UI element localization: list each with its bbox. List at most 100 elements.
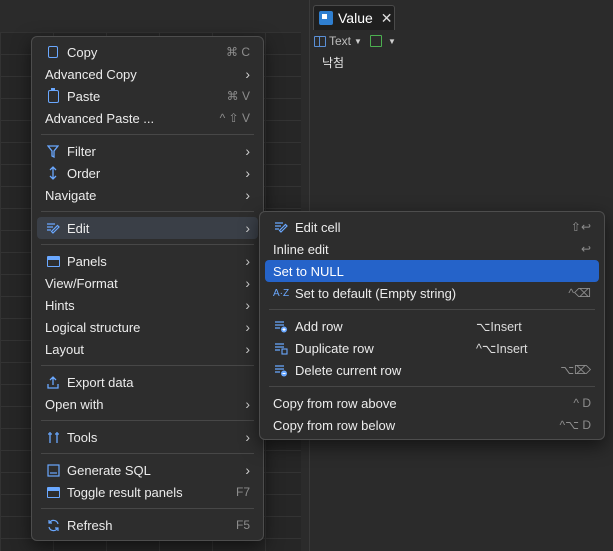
shortcut-label: F7 (235, 485, 250, 499)
chevron-right-icon: › (245, 319, 250, 335)
menu-item-open-with[interactable]: Open with › (37, 393, 258, 415)
menu-item-toggle-result-panels[interactable]: Toggle result panels F7 (37, 481, 258, 503)
panels-icon (45, 253, 61, 269)
save-icon (369, 35, 382, 47)
menu-item-view-format[interactable]: View/Format › (37, 272, 258, 294)
menu-item-label: Hints (45, 297, 75, 313)
content-type-dropdown[interactable]: Text ▼ (314, 34, 362, 48)
menu-item-label: Panels (67, 253, 107, 269)
submenu-item-edit-cell[interactable]: Edit cell ⇧↩ (265, 216, 599, 238)
paste-icon (45, 87, 61, 104)
submenu-item-duplicate-row[interactable]: Duplicate row ^⌥Insert (265, 337, 599, 359)
chevron-right-icon: › (245, 253, 250, 269)
context-menu: Copy ⌘ C Advanced Copy › Paste ⌘ V Advan… (31, 36, 264, 541)
submenu-item-inline-edit[interactable]: Inline edit ↩ (265, 238, 599, 260)
submenu-item-add-row[interactable]: Add row ⌥Insert (265, 315, 599, 337)
menu-item-filter[interactable]: Filter › (37, 140, 258, 162)
value-tab-label: Value (338, 10, 373, 26)
close-icon[interactable]: ✕ (381, 10, 393, 27)
shortcut-label: ^⌥Insert (476, 341, 528, 356)
menu-separator (269, 309, 595, 310)
menu-item-label: Edit (67, 220, 90, 236)
menu-item-generate-sql[interactable]: Generate SQL › (37, 459, 258, 481)
menu-item-label: Edit cell (295, 219, 341, 235)
edit-icon (45, 220, 61, 236)
menu-item-label: Refresh (67, 517, 113, 533)
menu-item-logical-structure[interactable]: Logical structure › (37, 316, 258, 338)
chevron-right-icon: › (245, 429, 250, 445)
shortcut-label: ^⌫ (568, 286, 591, 300)
book-icon (314, 35, 326, 47)
value-panel-icon (319, 11, 333, 25)
shortcut-label: ^⌥ D (559, 418, 591, 432)
menu-item-navigate[interactable]: Navigate › (37, 184, 258, 206)
submenu-item-set-to-null[interactable]: Set to NULL (265, 260, 599, 282)
az-icon: A·Z (272, 287, 290, 299)
menu-item-edit[interactable]: Edit › (37, 217, 258, 239)
menu-item-label: Order (67, 165, 101, 181)
menu-item-label: Generate SQL (67, 462, 151, 478)
value-content[interactable]: 낙첨 (322, 54, 344, 71)
menu-item-advanced-copy[interactable]: Advanced Copy › (37, 63, 258, 85)
menu-separator (41, 453, 254, 454)
menu-item-label: Export data (67, 374, 134, 390)
menu-separator (41, 508, 254, 509)
chevron-right-icon: › (245, 143, 250, 159)
menu-item-label: Copy from row below (273, 417, 396, 433)
submenu-item-copy-from-row-below[interactable]: Copy from row below ^⌥ D (265, 414, 599, 436)
menu-item-label: Copy from row above (273, 395, 397, 411)
order-icon (45, 165, 61, 181)
menu-item-label: Logical structure (45, 319, 141, 335)
menu-item-export-data[interactable]: Export data (37, 371, 258, 393)
shortcut-label: ⌘ C (226, 45, 250, 59)
menu-item-copy[interactable]: Copy ⌘ C (37, 41, 258, 63)
menu-item-label: Navigate (45, 187, 97, 203)
duplicate-row-icon (273, 340, 289, 356)
menu-item-tools[interactable]: Tools › (37, 426, 258, 448)
chevron-right-icon: › (245, 462, 250, 478)
export-icon (45, 374, 61, 390)
menu-item-label: Advanced Paste ... (45, 110, 155, 126)
value-tab[interactable]: Value ✕ (313, 5, 395, 30)
menu-separator (41, 365, 254, 366)
menu-item-label: Paste (67, 88, 101, 104)
delete-row-icon (273, 362, 289, 378)
menu-item-label: Tools (67, 429, 98, 445)
submenu-item-set-to-default[interactable]: A·Z Set to default (Empty string) ^⌫ (265, 282, 599, 304)
menu-item-label: Filter (67, 143, 96, 159)
menu-item-label: Advanced Copy (45, 66, 137, 82)
menu-separator (41, 420, 254, 421)
menu-item-panels[interactable]: Panels › (37, 250, 258, 272)
chevron-right-icon: › (245, 341, 250, 357)
menu-item-refresh[interactable]: Refresh F5 (37, 514, 258, 536)
menu-item-label: Toggle result panels (67, 484, 183, 500)
menu-item-hints[interactable]: Hints › (37, 294, 258, 316)
shortcut-label: ⌥⌦ (560, 363, 591, 377)
menu-item-layout[interactable]: Layout › (37, 338, 258, 360)
menu-item-order[interactable]: Order › (37, 162, 258, 184)
menu-separator (41, 211, 254, 212)
chevron-right-icon: › (245, 187, 250, 203)
copy-icon (45, 44, 61, 60)
chevron-right-icon: › (245, 165, 250, 181)
menu-item-label: Open with (45, 396, 104, 412)
submenu-item-copy-from-row-above[interactable]: Copy from row above ^ D (265, 392, 599, 414)
menu-item-label: Delete current row (295, 362, 402, 378)
results-header (0, 0, 310, 33)
menu-item-label: View/Format (45, 275, 118, 291)
chevron-down-icon: ▼ (354, 36, 362, 46)
submenu-item-delete-current-row[interactable]: Delete current row ⌥⌦ (265, 359, 599, 381)
menu-separator (269, 386, 595, 387)
menu-item-label: Add row (295, 318, 343, 334)
refresh-icon (45, 517, 61, 533)
value-toolbar: Text ▼ ▼ (314, 32, 613, 50)
menu-item-paste[interactable]: Paste ⌘ V (37, 85, 258, 107)
edit-submenu: Edit cell ⇧↩ Inline edit ↩ Set to NULL A… (259, 211, 605, 440)
save-dropdown[interactable]: ▼ (369, 35, 396, 47)
chevron-right-icon: › (245, 396, 250, 412)
menu-item-advanced-paste[interactable]: Advanced Paste ... ^ ⇧ V (37, 107, 258, 129)
menu-item-label: Inline edit (273, 241, 329, 257)
chevron-right-icon: › (245, 275, 250, 291)
menu-separator (41, 244, 254, 245)
chevron-right-icon: › (245, 220, 250, 236)
